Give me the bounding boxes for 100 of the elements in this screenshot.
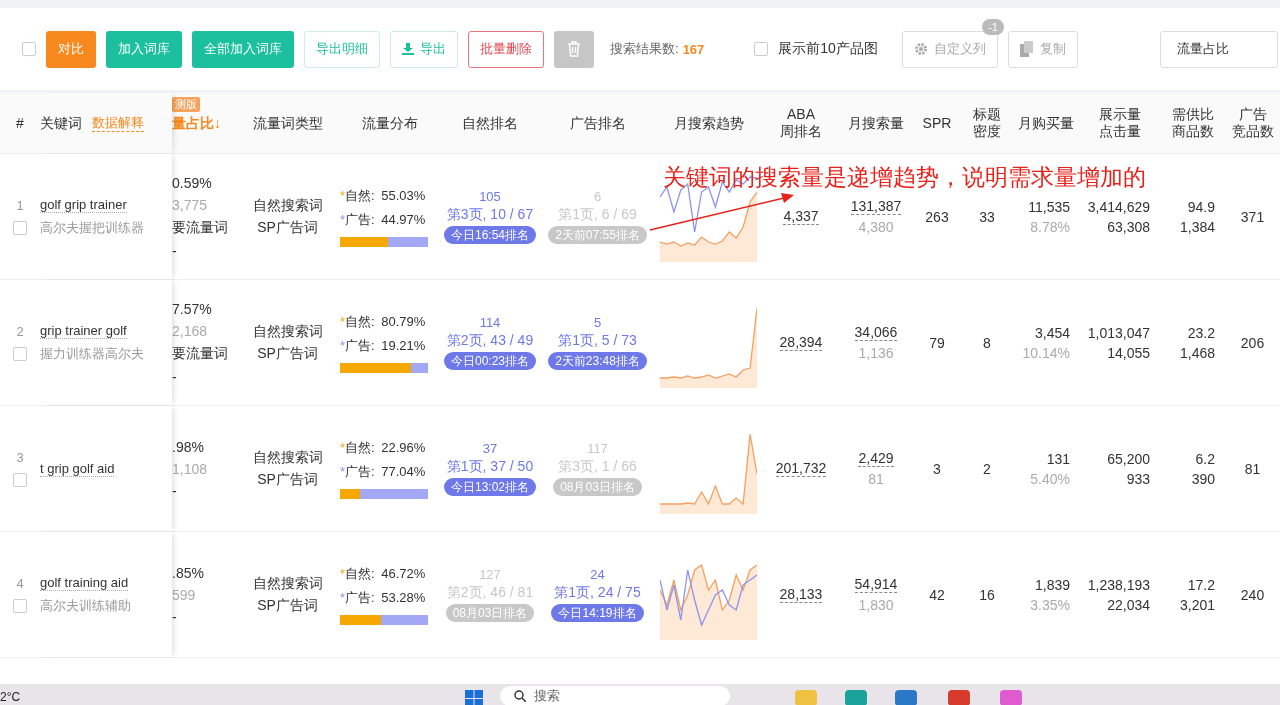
search-placeholder: 搜索 [534,687,560,705]
purchase-rate: 8.78% [1030,218,1070,235]
toolbar-button[interactable]: 批量删除 [468,30,544,68]
column-header[interactable]: 流量词类型 [235,93,340,153]
show-images-label: 展示前10产品图 [778,40,878,58]
ad-competitor-count: 206 [1240,334,1265,351]
column-header[interactable]: 广告 [1238,106,1267,123]
keyword-type: 自然搜索词 [252,448,323,467]
monthly-search-volume: 54,914 [854,576,898,593]
taskbar-search-field[interactable]: 搜索 [500,686,730,705]
spr-value: 42 [929,586,945,603]
column-header[interactable]: 周排名 [780,123,822,140]
title-density: 33 [979,208,995,225]
column-header[interactable]: 展示量 [1099,106,1141,123]
rank-time-badge: 2天前23:48排名 [548,352,647,370]
row-number: 4 [16,576,24,591]
row-number: 3 [16,450,24,465]
column-header[interactable]: ABA [787,106,815,123]
checkbox[interactable] [13,473,27,487]
keyword-link[interactable]: golf training aid [40,574,129,591]
traffic-share-text: *广告: 77.04% [340,462,426,481]
copy-icon [1019,41,1034,57]
keyword-link[interactable]: golf grip trainer [40,196,127,213]
column-header[interactable]: SPR [912,93,962,153]
keyword-type: SP广告词 [257,470,318,489]
rank-time-badge: 今日14:19排名 [551,604,644,622]
checkbox[interactable] [22,42,36,56]
start-icon[interactable] [465,690,483,705]
sort-select[interactable]: 流量占比 [1160,30,1278,68]
count-badge: -1 [982,18,1004,35]
monthly-purchases: 131 [1046,450,1070,467]
rank-page: 第1页, 5 / 73 [558,332,637,350]
product-count: 1,384 [1179,218,1215,235]
traffic-share-text: *自然: 55.03% [340,186,426,205]
traffic-share-text: 1,108 [172,460,208,477]
product-count: 3,201 [1179,596,1215,613]
demand-supply-ratio: 94.9 [1187,198,1215,215]
column-header[interactable]: 广告排名 [540,93,655,153]
keyword-translation: 高尔夫握把训练器 [40,218,144,237]
keyword-type: 自然搜索词 [252,322,323,341]
checkbox[interactable] [754,42,769,56]
column-header[interactable]: 月搜索趋势 [655,93,762,153]
checkbox[interactable] [13,599,27,613]
column-header[interactable]: 月购买量 [1012,93,1080,153]
column-header[interactable]: 关键词 [40,114,82,132]
search-icon [514,690,526,702]
annotation-text: 关键词的搜索量是递增趋势，说明需求量增加的 [663,163,1146,192]
delete-button[interactable] [554,30,594,68]
result-count-label: 搜索结果数: [610,40,679,58]
aba-rank: 201,732 [775,460,827,477]
purchase-rate: 10.14% [1022,344,1070,361]
clicks: 933 [1126,470,1150,487]
aba-rank: 28,133 [779,586,823,603]
traffic-share-text: 要流量词 [172,218,228,237]
demand-supply-ratio: 17.2 [1187,576,1215,593]
keyword-link[interactable]: t grip golf aid [40,460,115,477]
column-header[interactable]: 流量分布 [340,93,440,153]
weather-temperature: 2°C [0,690,21,704]
traffic-share-text: *广告: 19.21% [340,336,426,355]
traffic-share-text: 要流量词 [172,344,228,363]
keyword-type: SP广告词 [257,344,318,363]
traffic-share-text: *自然: 80.79% [340,312,426,331]
rank-number: 5 [593,315,602,330]
column-header[interactable]: 月搜索量 [840,93,912,153]
demand-supply-ratio: 6.2 [1195,450,1215,467]
impressions: 65,200 [1107,450,1150,467]
traffic-share-text: - [172,608,177,625]
traffic-share-text: *广告: 53.28% [340,588,426,607]
checkbox[interactable] [13,347,27,361]
result-count: 167 [682,41,705,57]
aba-rank: 4,337 [783,208,819,225]
column-header[interactable]: # [0,93,40,153]
spr-value: 263 [925,208,949,225]
impressions: 3,414,629 [1087,198,1150,215]
rank-number: 24 [590,567,605,582]
monthly-search-volume: 34,066 [854,324,898,341]
row-number: 1 [16,198,24,213]
monthly-purchases: 11,535 [1028,198,1070,215]
ad-competitor-count: 371 [1240,208,1265,225]
traffic-share-text: - [172,368,177,385]
impressions: 1,238,193 [1087,576,1150,593]
column-header[interactable]: 标题 [973,106,1001,123]
row-number: 2 [16,324,24,339]
column-header[interactable]: 自然排名 [440,93,540,153]
column-header[interactable]: 需供比 [1171,106,1214,123]
product-count: 1,468 [1179,344,1215,361]
traffic-share-text: *自然: 22.96% [340,438,426,457]
keyword-type: SP广告词 [257,218,318,237]
column-header[interactable]: 点击量 [1099,123,1141,140]
impressions: 1,013,047 [1087,324,1150,341]
rank-number: 114 [479,315,501,330]
keyword-link[interactable]: grip trainer golf [40,322,127,339]
traffic-share-text: - [172,242,177,259]
column-header[interactable]: 密度 [973,123,1001,140]
clicks: 14,055 [1107,344,1150,361]
column-header[interactable]: 竞品数 [1231,123,1274,140]
checkbox[interactable] [13,221,27,235]
settings-icon [913,42,928,56]
rank-time-badge: 今日00:23排名 [444,352,536,370]
column-header[interactable]: 商品数 [1171,123,1214,140]
